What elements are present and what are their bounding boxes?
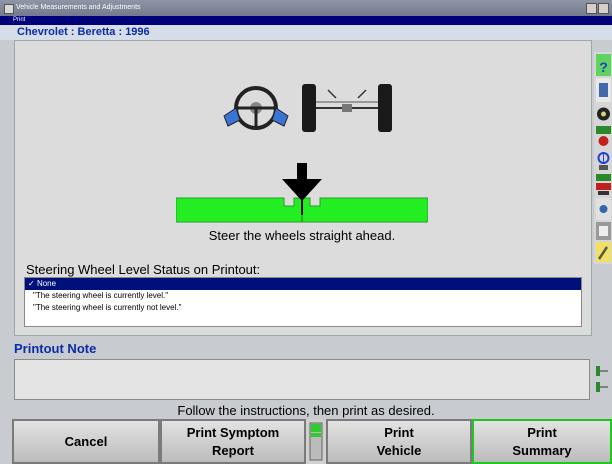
caster-icon[interactable] [596,126,611,148]
vehicle-measure-icon [596,366,608,392]
toe-icon[interactable] [596,174,611,196]
instruction-text: Steer the wheels straight ahead. [208,228,396,243]
readings-icon[interactable] [596,78,611,102]
minimize-button[interactable] [586,3,597,14]
axle-icon [302,84,392,132]
window-controls [586,3,609,14]
app-icon [4,4,14,14]
right-toolbar: ? [594,52,612,264]
cancel-button[interactable]: Cancel [12,419,160,464]
option-level[interactable]: "The steering wheel is currently level." [25,290,581,302]
footer-message: Follow the instructions, then print as d… [177,403,435,418]
steering-wheel-icon [223,86,289,130]
svg-text:?: ? [599,59,608,75]
help-icon[interactable]: ? [596,54,611,76]
settings-icon[interactable] [596,198,611,220]
status-label: Steering Wheel Level Status on Printout: [26,262,261,277]
printer-status-icon [306,419,326,464]
camber-icon[interactable] [596,150,611,172]
level-status-list[interactable]: ✓ None "The steering wheel is currently … [24,277,582,327]
printout-note-label: Printout Note [14,341,97,356]
adjust-icon[interactable] [596,222,611,240]
window-titlebar: Vehicle Measurements and Adjustments [0,0,612,16]
print-vehicle-button[interactable]: Print Vehicle [326,419,472,464]
steering-diagram-illustration [223,84,392,132]
option-not-level[interactable]: "The steering wheel is currently not lev… [25,302,581,314]
vehicle-title: Chevrolet : Beretta : 1996 [0,25,612,40]
print-symptom-report-button[interactable]: Print Symptom Report [160,419,306,464]
option-none[interactable]: ✓ None [25,278,581,290]
screen-subtitle: Print [0,16,612,25]
wrench-icon[interactable] [596,242,611,262]
window-title: Vehicle Measurements and Adjustments [16,4,141,11]
tire-icon[interactable] [596,106,611,122]
center-indicator-arrow-icon [282,163,322,215]
checkmark-icon: ✓ [28,279,37,288]
maximize-button[interactable] [598,3,609,14]
print-summary-button[interactable]: Print Summary [472,419,612,464]
printout-note-field[interactable] [14,359,590,400]
